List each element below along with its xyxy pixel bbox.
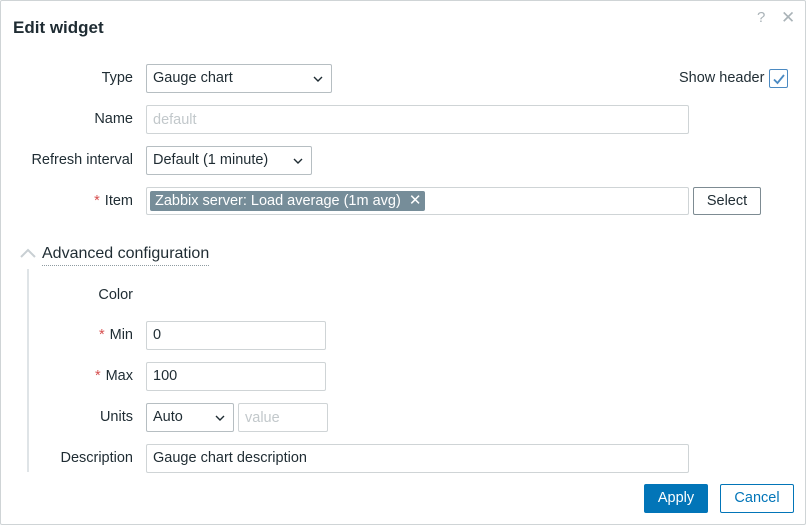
edit-widget-dialog: Edit widget ? ✕ Type Gauge chart Show he… bbox=[0, 0, 806, 525]
refresh-interval-select[interactable]: Default (1 minute) bbox=[146, 146, 312, 175]
item-tag: Zabbix server: Load average (1m avg) ✕ bbox=[150, 191, 426, 211]
advanced-configuration-title: Advanced configuration bbox=[42, 244, 210, 266]
max-label: * Max bbox=[9, 366, 133, 386]
max-input[interactable]: 100 bbox=[146, 362, 326, 391]
min-label: * Min bbox=[9, 325, 133, 345]
description-label: Description bbox=[60, 450, 133, 466]
type-select[interactable]: Gauge chart bbox=[146, 64, 332, 93]
chevron-down-icon bbox=[313, 76, 323, 82]
units-value-input[interactable] bbox=[238, 403, 328, 432]
show-header-checkbox[interactable] bbox=[769, 69, 788, 88]
min-label-text: Min bbox=[109, 327, 133, 343]
type-select-value: Gauge chart bbox=[153, 70, 233, 86]
color-label: Color bbox=[98, 287, 133, 303]
required-mark: * bbox=[94, 368, 101, 384]
cancel-button[interactable]: Cancel bbox=[720, 484, 794, 513]
chevron-down-icon bbox=[215, 415, 225, 421]
advanced-configuration-toggle[interactable]: Advanced configuration bbox=[20, 244, 220, 268]
checkmark-icon bbox=[773, 74, 785, 85]
units-label: Units bbox=[99, 409, 133, 425]
item-label-text: Item bbox=[104, 193, 133, 209]
name-label: Name bbox=[94, 111, 133, 127]
min-input[interactable]: 0 bbox=[146, 321, 326, 350]
refresh-interval-value: Default (1 minute) bbox=[153, 152, 269, 168]
chevron-up-icon bbox=[20, 248, 36, 258]
units-select-value: Auto bbox=[153, 409, 183, 425]
remove-icon[interactable]: ✕ bbox=[409, 191, 422, 211]
required-mark: * bbox=[98, 327, 105, 343]
description-input[interactable]: Gauge chart description bbox=[146, 444, 689, 473]
type-label: Type bbox=[101, 70, 133, 86]
max-label-text: Max bbox=[105, 368, 133, 384]
show-header-label: Show header bbox=[679, 70, 765, 86]
item-tag-text: Zabbix server: Load average (1m avg) bbox=[155, 193, 401, 209]
units-select[interactable]: Auto bbox=[146, 403, 234, 432]
item-label: * Item bbox=[9, 191, 133, 211]
item-select-button[interactable]: Select bbox=[693, 187, 761, 215]
close-icon[interactable]: ✕ bbox=[781, 8, 795, 28]
help-icon[interactable]: ? bbox=[757, 8, 765, 28]
apply-button[interactable]: Apply bbox=[644, 484, 708, 513]
name-input[interactable] bbox=[146, 105, 689, 134]
required-mark: * bbox=[94, 193, 100, 209]
refresh-interval-label: Refresh interval bbox=[31, 152, 133, 168]
item-multiselect[interactable]: Zabbix server: Load average (1m avg) ✕ bbox=[146, 187, 689, 215]
chevron-down-icon bbox=[293, 158, 303, 164]
dialog-title: Edit widget bbox=[13, 18, 104, 37]
